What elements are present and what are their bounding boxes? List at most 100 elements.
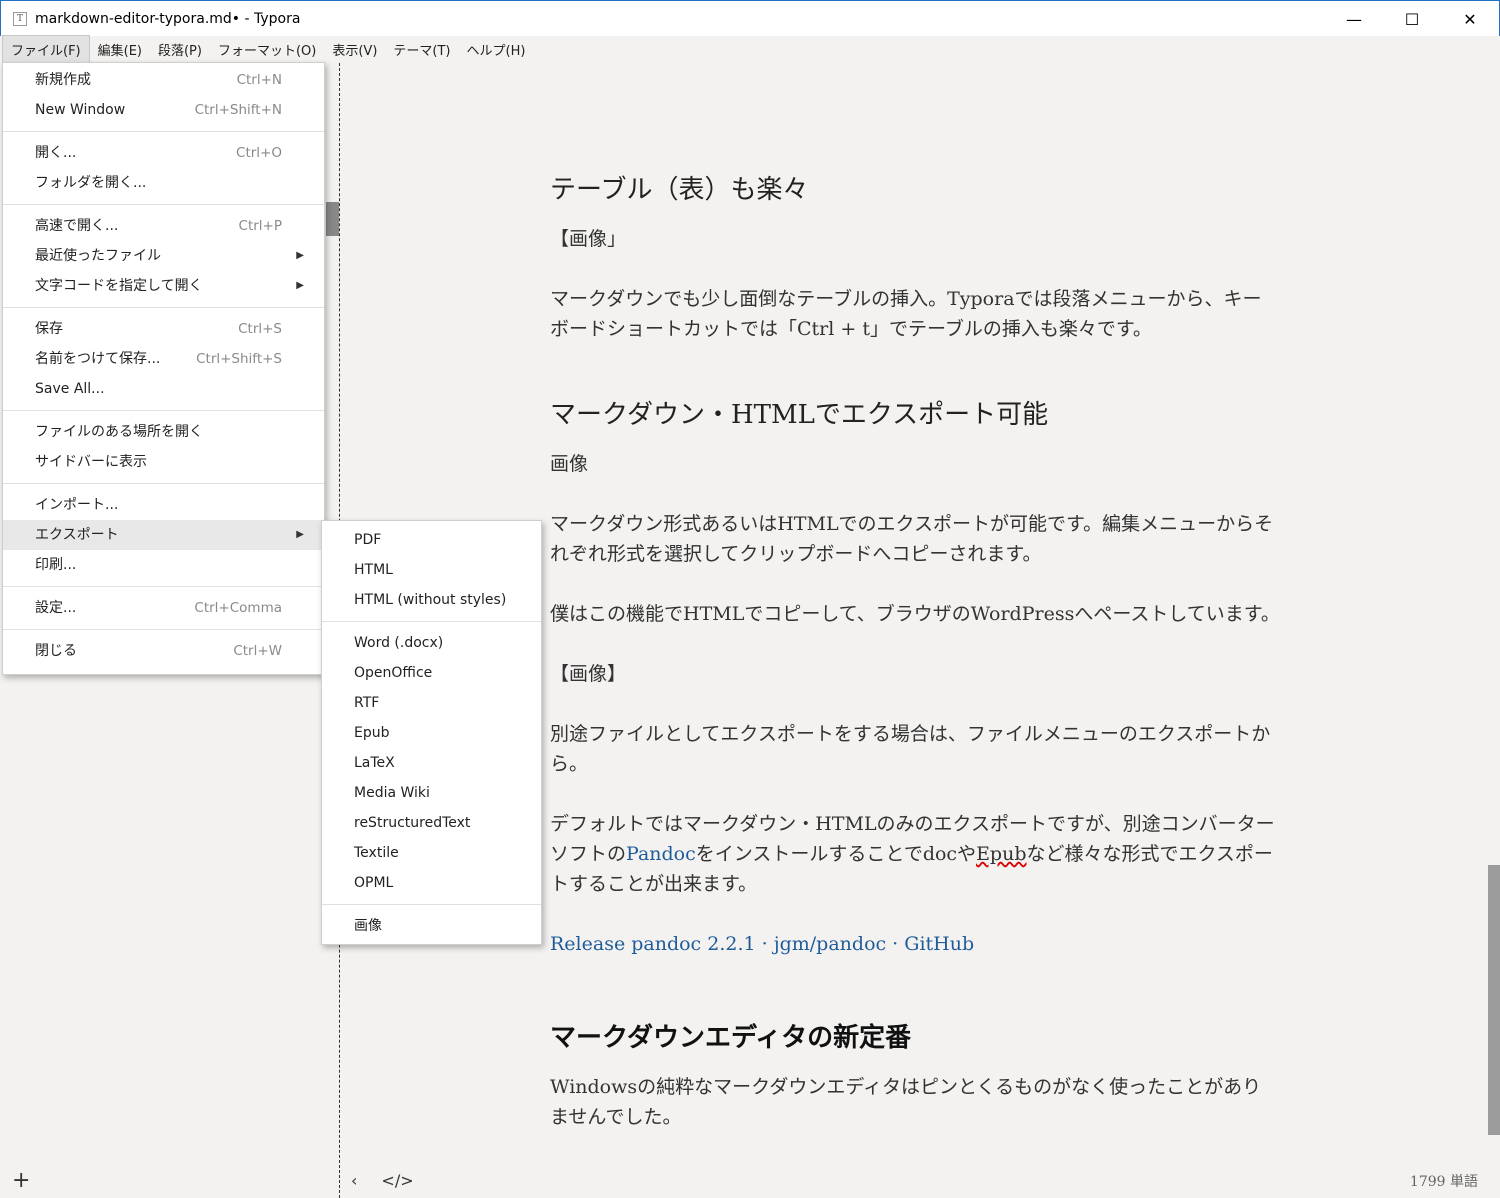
heading-export: マークダウン・HTMLでエクスポート可能: [550, 400, 1049, 430]
menu-item-label: 新規作成: [35, 72, 91, 88]
export-mediawiki[interactable]: Media Wiki: [322, 778, 541, 808]
word-count[interactable]: 1799 単語: [1410, 1171, 1478, 1191]
shortcut: Ctrl+Shift+S: [196, 351, 282, 367]
submenu-arrow-icon: ▶: [296, 280, 304, 291]
menu-item-label: 設定...: [35, 600, 77, 616]
menu-format[interactable]: フォーマット(O): [210, 36, 324, 63]
export-textile[interactable]: Textile: [322, 838, 541, 868]
pandoc-link[interactable]: Pandoc: [626, 843, 696, 865]
menu-item-export[interactable]: エクスポート ▶: [3, 520, 324, 550]
file-menu: 新規作成 Ctrl+N New Window Ctrl+Shift+N 開く... C…: [2, 62, 325, 675]
menu-item-label: 印刷...: [35, 557, 77, 573]
menu-separator: [3, 629, 324, 630]
status-bar: ‹ </> 1799 単語: [341, 1163, 1500, 1198]
menu-item-label: サイドバーに表示: [35, 454, 147, 470]
menu-separator: [322, 904, 541, 905]
menu-item-label: ファイルのある場所を開く: [35, 424, 203, 440]
spellcheck-word[interactable]: Epub: [976, 843, 1026, 865]
export-restructuredtext[interactable]: reStructuredText: [322, 808, 541, 838]
heading-editor: マークダウンエディタの新定番: [550, 1023, 912, 1053]
image-placeholder: 【画像】: [550, 663, 627, 685]
menu-item-recent-files[interactable]: 最近使ったファイル ▶: [3, 241, 324, 271]
menu-separator: [3, 131, 324, 132]
menu-item-new-window[interactable]: New Window Ctrl+Shift+N: [3, 95, 324, 125]
export-html-without-styles[interactable]: HTML (without styles): [322, 585, 541, 615]
chevron-left-icon[interactable]: ‹: [351, 1171, 357, 1190]
add-icon[interactable]: +: [12, 1168, 30, 1193]
menu-item-label: 名前をつけて保存...: [35, 351, 161, 367]
menu-item-label: Save All...: [35, 381, 105, 397]
menu-view[interactable]: 表示(V): [324, 36, 385, 63]
menu-item-save[interactable]: 保存 Ctrl+S: [3, 314, 324, 344]
image-placeholder: 【画像」: [550, 228, 627, 250]
export-word[interactable]: Word (.docx): [322, 628, 541, 658]
document-content[interactable]: テーブル（表）も楽々 【画像」 マークダウンでも少し面倒なテーブルの挿入。Typ…: [550, 169, 1280, 1132]
export-rtf[interactable]: RTF: [322, 688, 541, 718]
menu-item-label: フォルダを開く...: [35, 175, 147, 191]
shortcut: Ctrl+P: [238, 218, 282, 234]
release-link-paragraph: Release pandoc 2.2.1 · jgm/pandoc · GitH…: [550, 929, 1280, 959]
shortcut: Ctrl+W: [233, 643, 282, 659]
menu-theme[interactable]: テーマ(T): [385, 36, 458, 63]
paragraph-export: マークダウン形式あるいはHTMLでのエクスポートが可能です。編集メニューからそれ…: [550, 513, 1274, 565]
menu-item-new[interactable]: 新規作成 Ctrl+N: [3, 65, 324, 95]
export-image[interactable]: 画像: [322, 911, 541, 941]
menu-help[interactable]: ヘルプ(H): [459, 36, 534, 63]
shortcut: Ctrl+O: [236, 145, 282, 161]
submenu-arrow-icon: ▶: [296, 250, 304, 261]
menu-item-reveal-sidebar[interactable]: サイドバーに表示: [3, 447, 324, 477]
menu-paragraph[interactable]: 段落(P): [150, 36, 210, 63]
export-pdf[interactable]: PDF: [322, 525, 541, 555]
menu-item-print[interactable]: 印刷...: [3, 550, 324, 580]
maximize-button[interactable]: ☐: [1383, 1, 1441, 37]
menu-separator: [3, 307, 324, 308]
image-placeholder: 画像: [550, 453, 589, 475]
export-epub[interactable]: Epub: [322, 718, 541, 748]
menu-item-close[interactable]: 閉じる Ctrl+W: [3, 636, 324, 666]
paragraph-text: をインストールすることでdocや: [695, 843, 977, 865]
menu-item-label: エクスポート: [35, 527, 119, 543]
paragraph-table: マークダウンでも少し面倒なテーブルの挿入。Typoraでは段落メニューから、キー…: [550, 288, 1262, 340]
shortcut: Ctrl+Comma: [194, 600, 282, 616]
menu-item-label: 開く...: [35, 145, 77, 161]
menu-item-label: 保存: [35, 321, 63, 337]
menu-separator: [3, 586, 324, 587]
menu-item-save-as[interactable]: 名前をつけて保存... Ctrl+Shift+S: [3, 344, 324, 374]
menu-item-label: 最近使ったファイル: [35, 248, 161, 264]
menu-item-label: 文字コードを指定して開く: [35, 278, 203, 294]
menu-item-save-all[interactable]: Save All...: [3, 374, 324, 404]
menu-item-label: 閉じる: [35, 643, 77, 659]
export-submenu: PDF HTML HTML (without styles) Word (.do…: [321, 520, 542, 945]
menu-edit[interactable]: 編集(E): [90, 36, 150, 63]
editor-scrollbar[interactable]: [1488, 865, 1500, 1135]
minimize-button[interactable]: —: [1325, 1, 1383, 37]
release-link[interactable]: Release pandoc 2.2.1 · jgm/pandoc · GitH…: [550, 933, 974, 955]
menu-item-preferences[interactable]: 設定... Ctrl+Comma: [3, 593, 324, 623]
menu-bar: ファイル(F) 編集(E) 段落(P) フォーマット(O) 表示(V) テーマ(…: [0, 35, 1500, 64]
title-bar: T markdown-editor-typora.md• - Typora — …: [0, 0, 1500, 36]
paragraph-file-export: 別途ファイルとしてエクスポートをする場合は、ファイルメニューのエクスポートから。: [550, 723, 1271, 775]
export-latex[interactable]: LaTeX: [322, 748, 541, 778]
menu-item-reopen-encoding[interactable]: 文字コードを指定して開く ▶: [3, 271, 324, 301]
menu-item-quick-open[interactable]: 高速で開く... Ctrl+P: [3, 211, 324, 241]
window-title: markdown-editor-typora.md• - Typora: [35, 10, 301, 27]
menu-separator: [322, 621, 541, 622]
heading-table: テーブル（表）も楽々: [550, 175, 809, 205]
menu-item-label: New Window: [35, 102, 126, 118]
menu-item-open-folder[interactable]: フォルダを開く...: [3, 168, 324, 198]
submenu-arrow-icon: ▶: [296, 529, 304, 540]
menu-item-label: インポート...: [35, 497, 119, 513]
menu-separator: [3, 410, 324, 411]
menu-item-import[interactable]: インポート...: [3, 490, 324, 520]
shortcut: Ctrl+N: [236, 72, 282, 88]
close-window-button[interactable]: ✕: [1441, 1, 1499, 37]
export-openoffice[interactable]: OpenOffice: [322, 658, 541, 688]
menu-file[interactable]: ファイル(F): [2, 35, 90, 64]
menu-item-open[interactable]: 開く... Ctrl+O: [3, 138, 324, 168]
export-opml[interactable]: OPML: [322, 868, 541, 898]
menu-item-label: 高速で開く...: [35, 218, 119, 234]
export-html[interactable]: HTML: [322, 555, 541, 585]
source-code-icon[interactable]: </>: [381, 1171, 413, 1190]
sidebar-scrollbar[interactable]: [326, 202, 339, 236]
menu-item-open-location[interactable]: ファイルのある場所を開く: [3, 417, 324, 447]
